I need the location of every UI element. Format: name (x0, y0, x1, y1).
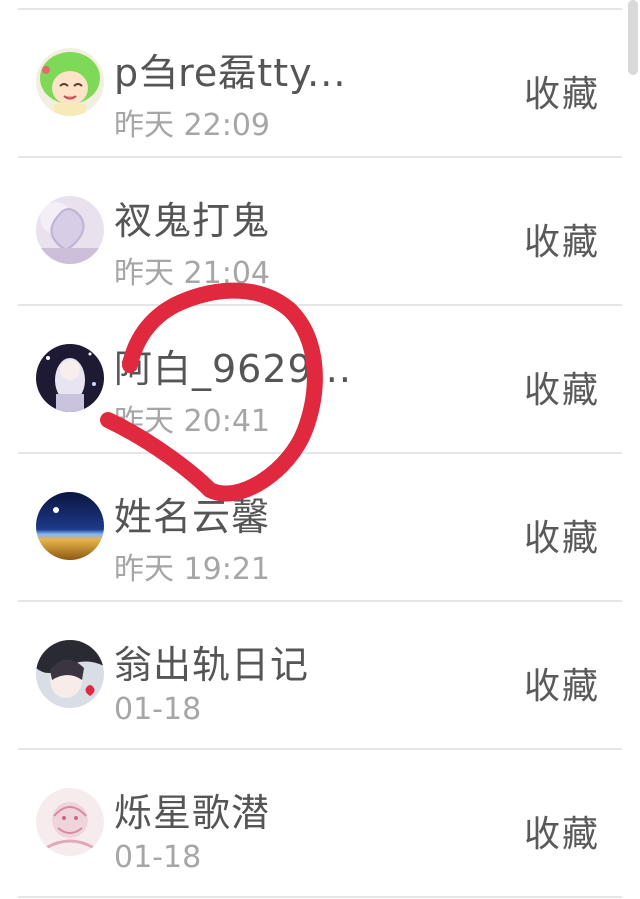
list-item[interactable]: 翁出轨日记 01-18 收藏 (0, 602, 622, 750)
favorite-button[interactable]: 收藏 (524, 361, 600, 413)
favorite-button[interactable]: 收藏 (524, 213, 600, 265)
contact-name: 翁出轨日记 (114, 643, 310, 687)
favorite-button[interactable]: 收藏 (524, 657, 600, 709)
pink-sketch-avatar[interactable] (36, 788, 104, 856)
list-item[interactable]: p刍re磊tty... 昨天 22:09 收藏 (0, 10, 622, 158)
dark-anime-avatar[interactable] (36, 344, 104, 412)
contact-name: 姓名云馨 (114, 495, 271, 539)
favorite-button[interactable]: 收藏 (524, 509, 600, 561)
contact-name: 阿白_9629... (114, 347, 352, 391)
contact-name: 烁星歌潜 (114, 791, 271, 835)
divider (18, 896, 622, 898)
timestamp: 昨天 19:21 (114, 552, 270, 587)
timestamp: 01-18 (114, 692, 202, 727)
favorite-button[interactable]: 收藏 (524, 805, 600, 857)
contact-name: 衩鬼打鬼 (114, 199, 271, 243)
timestamp: 01-18 (114, 840, 202, 875)
favorite-button[interactable]: 收藏 (524, 65, 600, 117)
contact-name: p刍re磊tty... (114, 51, 347, 95)
timestamp: 昨天 22:09 (114, 108, 270, 143)
timestamp: 昨天 20:41 (114, 404, 270, 439)
list-item[interactable]: 姓名云馨 昨天 19:21 收藏 (0, 454, 622, 602)
anime-girl-heart-avatar[interactable] (36, 640, 104, 708)
night-horizon-avatar[interactable] (36, 492, 104, 560)
list-item[interactable]: 阿白_9629... 昨天 20:41 收藏 (0, 306, 622, 454)
timestamp: 昨天 21:04 (114, 256, 270, 291)
list-item[interactable]: 烁星歌潜 01-18 收藏 (0, 750, 622, 898)
lavender-heart-avatar[interactable] (36, 196, 104, 264)
list-item[interactable]: 衩鬼打鬼 昨天 21:04 收藏 (0, 158, 622, 306)
green-hair-anime-avatar[interactable] (36, 48, 104, 116)
scrollbar[interactable] (628, 0, 638, 75)
